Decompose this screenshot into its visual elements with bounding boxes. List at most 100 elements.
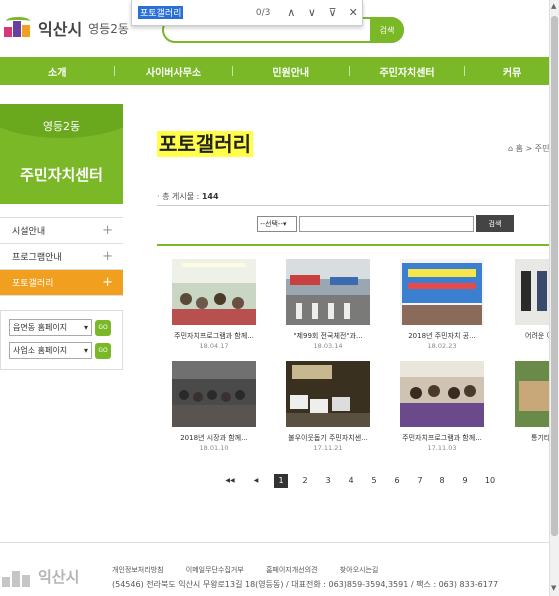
sidebar-item-label: 시설안내: [12, 227, 46, 237]
go-button[interactable]: GO: [95, 342, 111, 359]
gallery-date: 17.11.21: [313, 444, 343, 452]
first-page-icon[interactable]: ◀◀: [222, 474, 238, 488]
gallery-date: 18.03.14: [313, 342, 343, 350]
nav-item-intro[interactable]: 소개: [0, 64, 114, 79]
page-link[interactable]: 10: [481, 474, 499, 488]
divider: [157, 205, 559, 206]
gallery-photo[interactable]: [172, 259, 256, 325]
nav-item-cyber-office[interactable]: 사이버사무소: [115, 64, 231, 79]
footer-link-directions[interactable]: 찾아오시는길: [340, 566, 379, 574]
page: 익산시 영등2동 검색 포토갤러리 0/3 ∧ ∨ ⊽ ✕ 소개 사이버사무소 …: [0, 0, 559, 596]
page-link[interactable]: 6: [390, 474, 404, 488]
plus-icon: +: [102, 275, 113, 290]
gallery-photo[interactable]: [286, 259, 370, 325]
gallery-date: 18.01.10: [199, 444, 229, 452]
find-query: 포토갤러리: [138, 6, 184, 19]
page-link[interactable]: 2: [298, 474, 312, 488]
page-link[interactable]: 4: [344, 474, 358, 488]
footer-links: 개인정보처리방침 이메일무단수집거부 홈페이지개선의견 찾아오시는길: [112, 565, 398, 575]
divider: [0, 542, 559, 543]
find-filter-icon[interactable]: ⊽: [324, 6, 342, 19]
gallery-date: 18.02.23: [427, 342, 457, 350]
gallery-photo[interactable]: [400, 259, 484, 325]
nav-item-community-center[interactable]: 주민자치센터: [350, 64, 464, 79]
scroll-up-icon[interactable]: ▲: [551, 2, 556, 10]
gallery-photo[interactable]: [286, 361, 370, 427]
nav-item-civil[interactable]: 민원안내: [233, 64, 349, 79]
breadcrumb-home[interactable]: 홈: [516, 144, 523, 153]
scroll-down-icon[interactable]: ▼: [551, 584, 556, 592]
logo-sub: 영등2동: [88, 21, 129, 36]
gallery-date: 17.11.03: [427, 444, 457, 452]
find-input[interactable]: 포토갤러리: [138, 4, 244, 22]
footer-link-feedback[interactable]: 홈페이지개선의견: [266, 566, 318, 574]
gallery-item[interactable]: 2018년 주민자치 공... 18.02.23: [397, 259, 487, 350]
total-count-value: 144: [201, 192, 219, 201]
site-search-button[interactable]: 검색: [370, 17, 404, 43]
go-button[interactable]: GO: [95, 319, 111, 336]
gallery-item[interactable]: "제99회 전국체전"과... 18.03.14: [283, 259, 373, 350]
main-nav: 소개 사이버사무소 민원안내 주민자치센터 커뮤: [0, 57, 559, 85]
gallery-item[interactable]: 주민자치프로그램과 함께... 18.04.17: [169, 259, 259, 350]
gallery-photo[interactable]: [172, 361, 256, 427]
chevron-down-icon: ▾: [83, 323, 88, 332]
breadcrumb-sep: >: [525, 144, 533, 153]
gallery-caption[interactable]: 2018년 주민자치 공...: [397, 331, 487, 341]
vertical-scrollbar[interactable]: ▲ ▼: [549, 0, 559, 596]
footer-link-email-refusal[interactable]: 이메일무단수집거부: [186, 566, 244, 574]
total-count: · 총 게시물 : 144: [157, 192, 219, 201]
dong-homepage-select[interactable]: 읍면동 홈페이지 ▾: [9, 319, 92, 336]
sidebar-title: 주민자치센터: [20, 166, 103, 184]
page-link[interactable]: 5: [367, 474, 381, 488]
page-link[interactable]: 9: [458, 474, 472, 488]
nav-item-community[interactable]: 커뮤: [465, 64, 559, 79]
breadcrumb-next[interactable]: 주민: [535, 144, 550, 153]
related-sites-box: 읍면동 홈페이지 ▾ GO 사업소 홈페이지 ▾ GO: [0, 310, 123, 370]
breadcrumb: ⌂ 홈 > 주민: [508, 143, 550, 154]
office-homepage-select[interactable]: 사업소 홈페이지 ▾: [9, 342, 92, 359]
find-count: 0/3: [255, 7, 271, 18]
gallery-caption[interactable]: 주민자치프로그램과 함께...: [169, 331, 259, 341]
gallery-item[interactable]: 불우이웃돕기 주민자치센... 17.11.21: [283, 361, 373, 452]
footer-address: (54546) 전라북도 익산시 무왕로13길 18(영등동) / 대표전화 :…: [112, 580, 499, 589]
site-logo[interactable]: 익산시 영등2동: [4, 16, 129, 40]
sidebar-dong: 영등2동: [42, 120, 81, 133]
search-field-select[interactable]: --선택-- ▾: [257, 216, 297, 232]
page-link-current[interactable]: 1: [274, 474, 288, 488]
logo-icon: [4, 17, 34, 39]
find-close-icon[interactable]: ✕: [344, 6, 362, 19]
sidebar-item-label: 포토갤러리: [12, 279, 54, 289]
find-next-icon[interactable]: ∨: [303, 6, 321, 19]
gallery-caption[interactable]: 2018년 시장과 함께...: [169, 433, 259, 443]
logo-text: 익산시: [38, 20, 83, 39]
chevron-down-icon: ▾: [282, 220, 287, 228]
page-link[interactable]: 8: [435, 474, 449, 488]
board-search-button[interactable]: 검색: [476, 215, 514, 232]
sidebar-item-photo-gallery[interactable]: 포토갤러리 +: [0, 270, 123, 296]
logo-icon: [2, 567, 34, 587]
footer-logo: 익산시: [2, 566, 79, 587]
prev-page-icon[interactable]: ◀: [249, 474, 263, 488]
gallery-caption[interactable]: "제99회 전국체전"과...: [283, 331, 373, 341]
home-icon[interactable]: ⌂: [508, 144, 513, 153]
find-prev-icon[interactable]: ∧: [282, 6, 300, 19]
gallery-caption[interactable]: 주민자치프로그램과 함께...: [397, 433, 487, 443]
sidebar-item-facilities[interactable]: 시설안내 +: [0, 218, 123, 244]
sidebar-header: 영등2동 주민자치센터: [0, 104, 123, 204]
scrollbar-thumb[interactable]: [551, 16, 558, 536]
sidebar-item-programs[interactable]: 프로그램안내 +: [0, 244, 123, 270]
gallery-item[interactable]: 2018년 시장과 함께... 18.01.10: [169, 361, 259, 452]
find-bar: 포토갤러리 0/3 ∧ ∨ ⊽ ✕: [131, 0, 363, 26]
chevron-down-icon: ▾: [83, 346, 88, 355]
gallery-date: 18.04.17: [199, 342, 229, 350]
divider: [157, 244, 559, 246]
board-search-input[interactable]: [299, 216, 474, 232]
gallery-caption[interactable]: 불우이웃돕기 주민자치센...: [283, 433, 373, 443]
page-link[interactable]: 7: [413, 474, 427, 488]
gallery-item[interactable]: 주민자치프로그램과 함께... 17.11.03: [397, 361, 487, 452]
gallery-photo[interactable]: [400, 361, 484, 427]
footer-link-privacy[interactable]: 개인정보처리방침: [112, 566, 164, 574]
plus-icon: +: [102, 223, 113, 238]
page-link[interactable]: 3: [321, 474, 335, 488]
sidebar-menu: 시설안내 + 프로그램안내 + 포토갤러리 +: [0, 217, 123, 296]
